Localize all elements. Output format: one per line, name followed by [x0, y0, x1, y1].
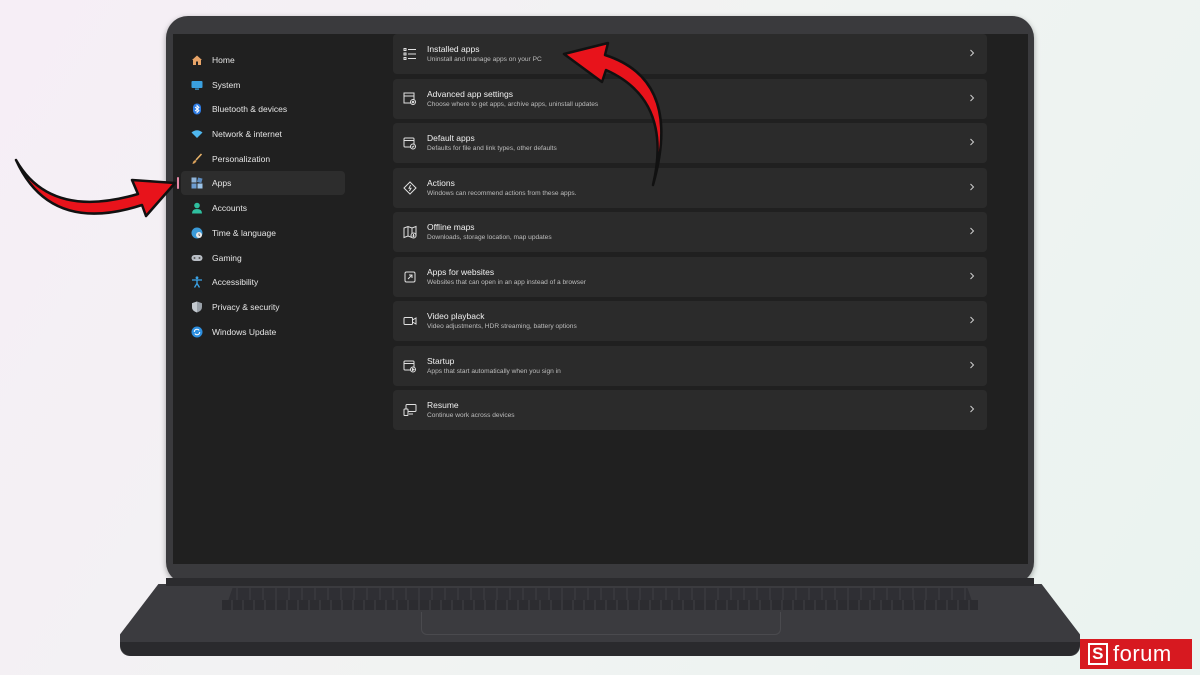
row-subtitle: Websites that can open in an app instead…: [427, 278, 586, 286]
home-icon: [191, 54, 203, 66]
map-icon: [403, 225, 417, 239]
sidebar-item-apps[interactable]: Apps: [177, 171, 345, 196]
chevron-right-icon: [970, 49, 975, 57]
shield-icon: [191, 301, 203, 313]
sidebar-item-bluetooth[interactable]: Bluetooth & devices: [181, 97, 345, 121]
laptop-hinge: [166, 578, 1034, 586]
chevron-right-icon: [970, 94, 975, 101]
sforum-logo-mark: S: [1088, 643, 1108, 665]
video-playback-row[interactable]: Video playback Video adjustments, HDR st…: [393, 301, 987, 341]
monitor-icon: [191, 79, 203, 91]
list-icon: [403, 47, 417, 61]
row-subtitle: Windows can recommend actions from these…: [427, 189, 577, 197]
sidebar-item-label: System: [212, 79, 241, 90]
sidebar-item-label: Home: [212, 55, 235, 65]
sidebar-item-label: Privacy & security: [212, 301, 280, 312]
chevron-right-icon: [970, 227, 975, 235]
offline-maps-row[interactable]: Offline maps Downloads, storage location…: [393, 212, 987, 252]
chevron-right-icon: [970, 183, 975, 190]
sidebar-item-label: Network & internet: [212, 129, 282, 140]
sidebar-item-privacy[interactable]: Privacy & security: [181, 295, 345, 319]
row-title: Default apps: [427, 133, 475, 143]
installed-apps-row[interactable]: Installed apps Uninstall and manage apps…: [393, 34, 987, 74]
open-link-icon: [403, 270, 417, 284]
row-subtitle: Downloads, storage location, map updates: [427, 234, 552, 241]
sidebar-item-accessibility[interactable]: Accessibility: [181, 270, 345, 294]
sidebar-item-label: Gaming: [212, 252, 242, 263]
actions-row[interactable]: Actions Windows can recommend actions fr…: [393, 167, 987, 208]
annotation-arrow-apps: [14, 158, 177, 218]
controller-icon: [191, 252, 203, 264]
sforum-logo: S forum: [1080, 639, 1192, 669]
row-title: Installed apps: [427, 44, 480, 54]
row-subtitle: Defaults for file and link types, other …: [427, 145, 557, 152]
default-apps-row[interactable]: Default apps Defaults for file and link …: [393, 123, 987, 163]
default-apps-icon: [403, 136, 417, 150]
startup-row[interactable]: Startup Apps that start automatically wh…: [393, 345, 987, 386]
row-subtitle: Continue work across devices: [427, 412, 515, 419]
sidebar-item-label: Windows Update: [212, 326, 277, 337]
chevron-right-icon: [970, 316, 975, 324]
sidebar-item-label: Accounts: [212, 203, 247, 214]
sidebar-item-label: Accessibility: [212, 277, 259, 288]
bluetooth-icon: [191, 103, 203, 115]
wifi-icon: [191, 128, 203, 140]
sidebar-nav: Home System Bluetooth & devices Network …: [177, 48, 345, 344]
chevron-right-icon: [970, 361, 975, 368]
startup-icon: [403, 359, 417, 373]
touchpad: [421, 612, 781, 635]
apps-for-websites-row[interactable]: Apps for websites Websites that can open…: [393, 256, 987, 297]
chevron-right-icon: [970, 138, 975, 146]
sidebar-item-time-language[interactable]: Time & language: [181, 221, 345, 245]
laptop-base-edge: [120, 642, 1080, 656]
sidebar-item-personalization[interactable]: Personalization: [181, 147, 345, 171]
sidebar-item-network[interactable]: Network & internet: [181, 122, 345, 146]
sidebar-item-home[interactable]: Home: [181, 48, 345, 72]
row-subtitle: Uninstall and manage apps on your PC: [427, 56, 542, 63]
sforum-logo-text: forum: [1113, 641, 1172, 666]
sidebar-item-accounts[interactable]: Accounts: [181, 196, 345, 220]
actions-icon: [403, 180, 417, 195]
row-subtitle: Apps that start automatically when you s…: [427, 367, 561, 375]
row-title: Resume: [427, 400, 459, 410]
apps-settings-list: Installed apps Uninstall and manage apps…: [393, 34, 987, 435]
resume-icon: [403, 403, 417, 417]
sidebar-item-label: Time & language: [212, 227, 276, 238]
apps-icon: [191, 177, 203, 189]
sidebar-item-windows-update[interactable]: Windows Update: [181, 320, 345, 344]
row-title: Offline maps: [427, 222, 475, 232]
sidebar-item-system[interactable]: System: [181, 73, 345, 97]
person-icon: [191, 202, 203, 214]
brush-icon: [191, 153, 203, 165]
accessibility-icon: [191, 276, 203, 289]
sidebar-item-label: Apps: [212, 178, 232, 189]
row-title: Apps for websites: [427, 266, 495, 277]
sidebar-item-gaming[interactable]: Gaming: [181, 246, 345, 270]
row-title: Actions: [427, 177, 455, 188]
app-settings-icon: [403, 92, 417, 106]
row-title: Startup: [427, 355, 455, 366]
sidebar-item-label: Bluetooth & devices: [212, 104, 288, 115]
row-title: Video playback: [427, 311, 485, 321]
advanced-app-settings-row[interactable]: Advanced app settings Choose where to ge…: [393, 78, 987, 119]
globe-clock-icon: [191, 227, 203, 239]
chevron-right-icon: [970, 405, 975, 413]
chevron-right-icon: [970, 272, 975, 279]
row-subtitle: Video adjustments, HDR streaming, batter…: [427, 323, 577, 330]
resume-row[interactable]: Resume Continue work across devices: [393, 390, 987, 430]
annotation-arrow-installed-apps: [562, 41, 663, 187]
sidebar-item-label: Personalization: [212, 153, 271, 164]
update-icon: [191, 326, 203, 338]
video-icon: [403, 314, 417, 328]
keyboard-row: [222, 600, 978, 610]
